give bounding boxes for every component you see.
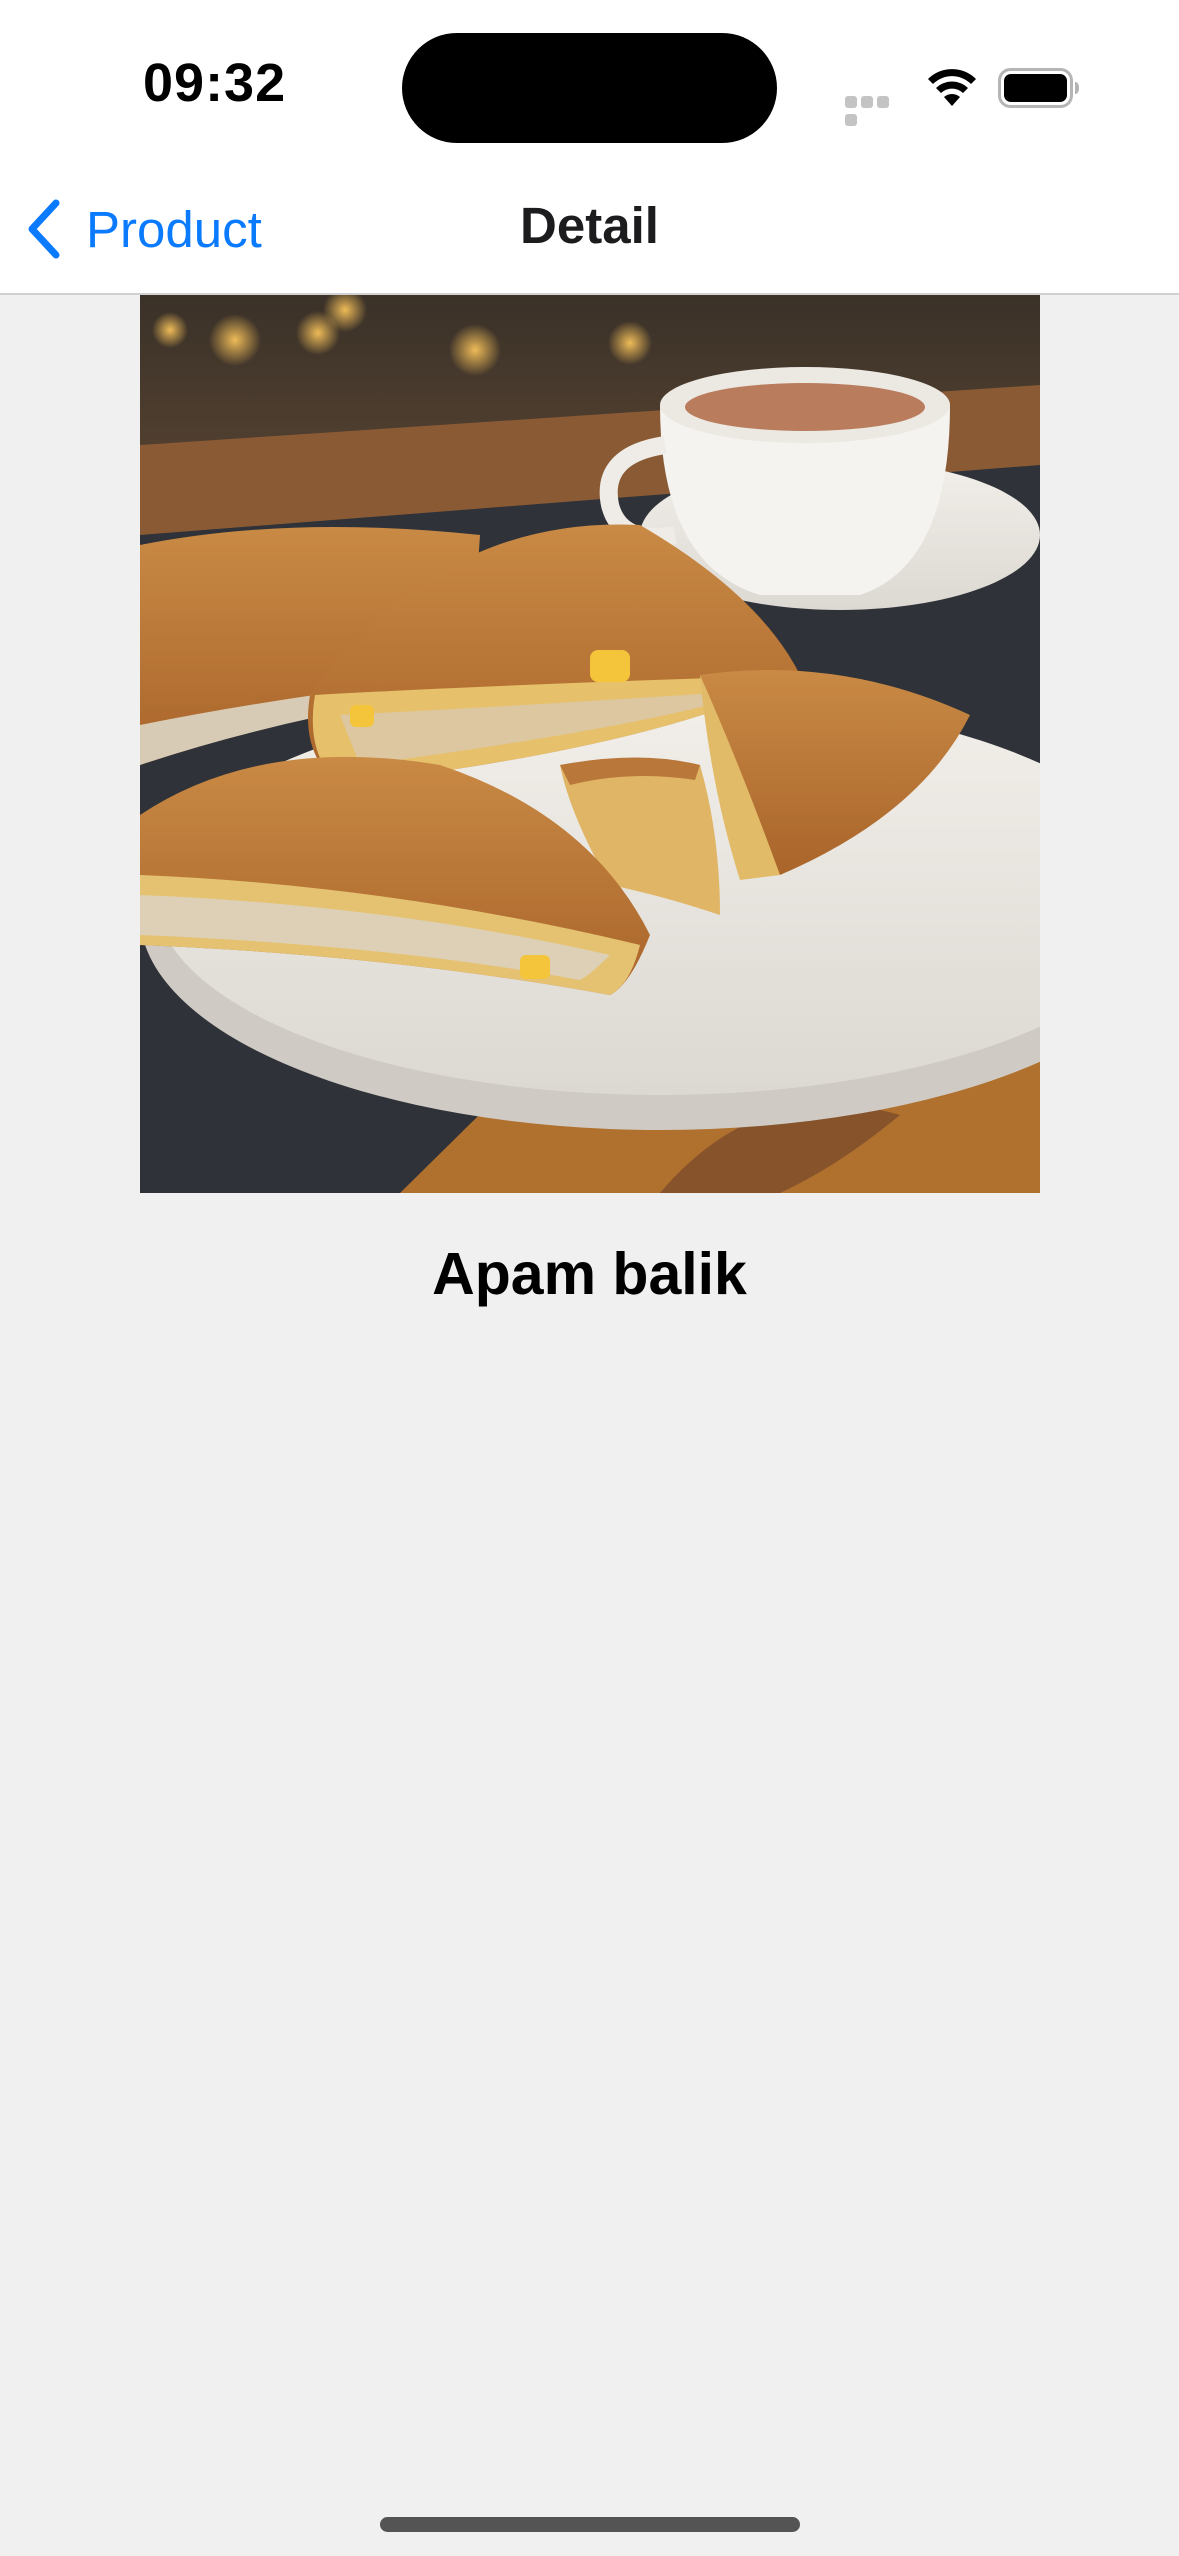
- product-name: Apam balik: [432, 1241, 747, 1307]
- battery-icon: [998, 68, 1079, 108]
- product-image: [140, 295, 1040, 1193]
- apam-balik-photo: [140, 295, 1040, 1193]
- dynamic-island: [402, 33, 777, 143]
- status-bar: 09:32: [0, 0, 1179, 170]
- navigation-bar: Product Detail: [0, 170, 1179, 295]
- status-time: 09:32: [143, 53, 287, 113]
- wifi-icon: [928, 69, 976, 106]
- signal-dots-icon: [845, 95, 905, 126]
- home-indicator[interactable]: [380, 2517, 800, 2532]
- page-title: Detail: [520, 197, 659, 254]
